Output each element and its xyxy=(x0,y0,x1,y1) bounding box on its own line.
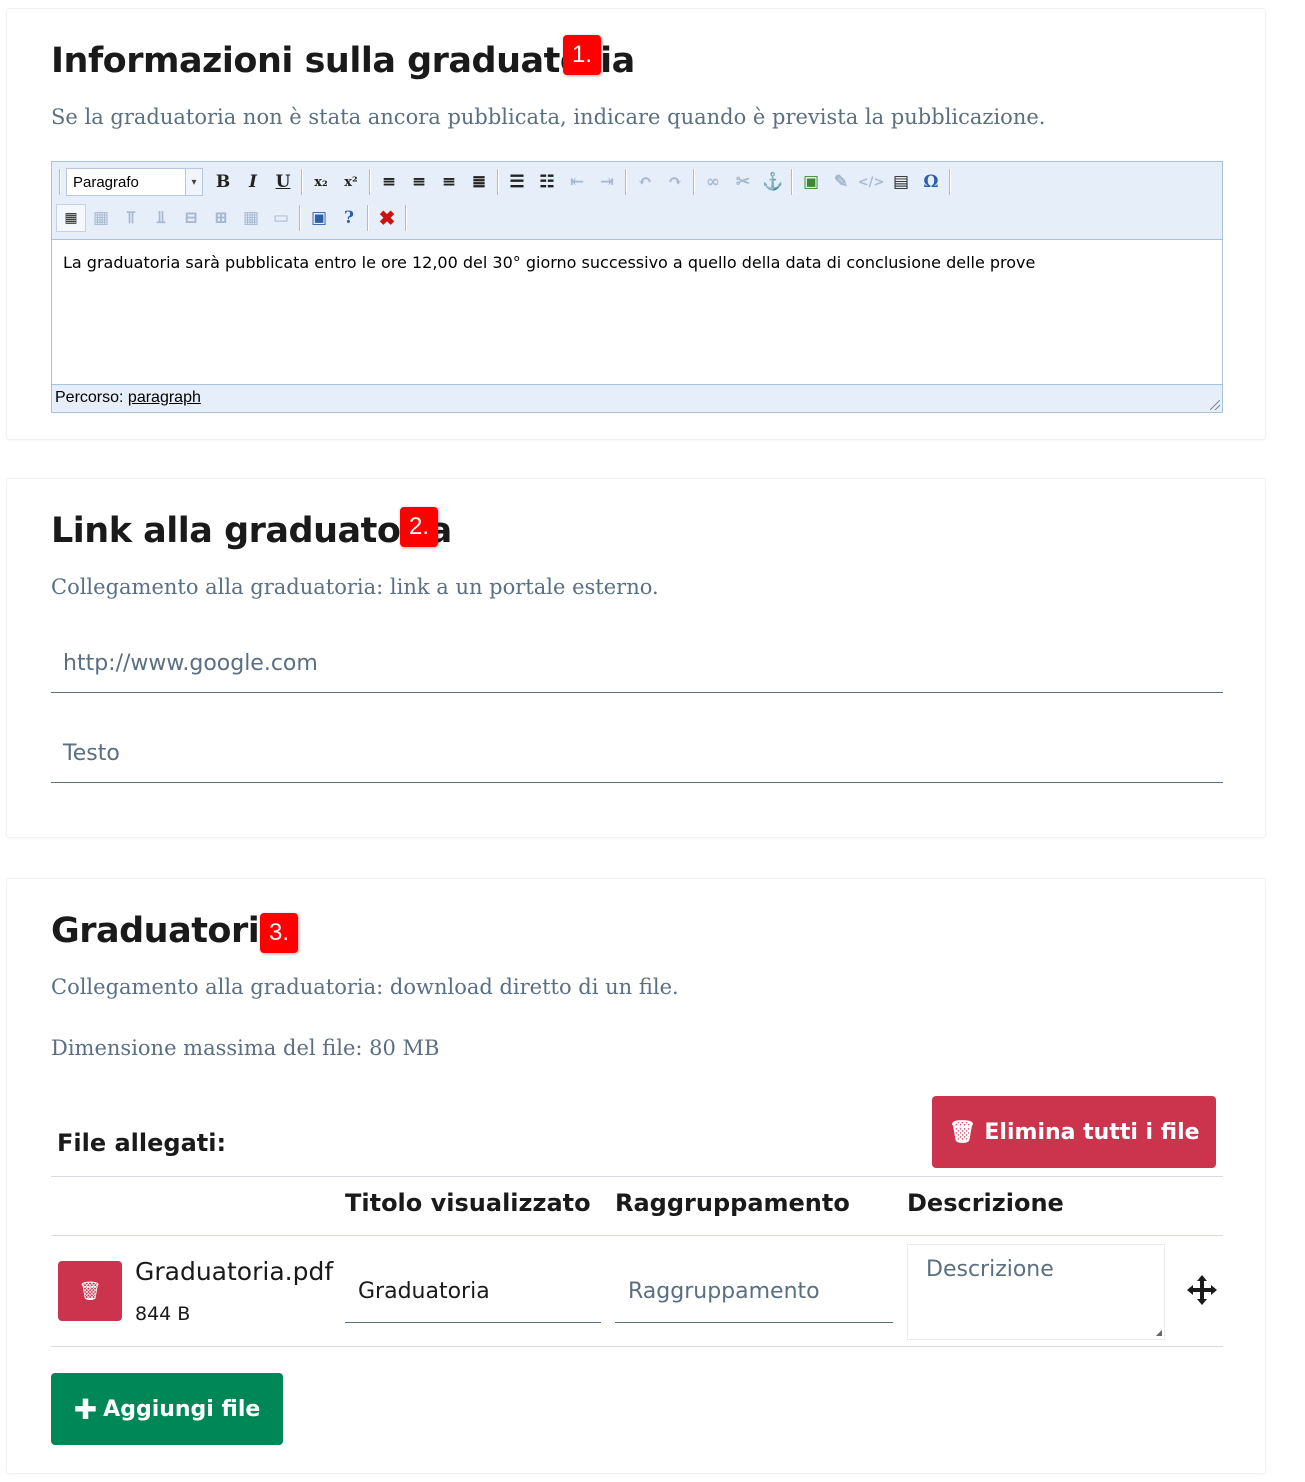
section-file-graduatoria: Graduatoria 3. Collegamento alla graduat… xyxy=(6,878,1266,1474)
editor-toolbar: Paragrafo ▾ B I U x₂ x² ≡ ≡ ≡ ≣ ☰ ☷ ⇤ ⇥ xyxy=(52,162,1222,240)
align-left-icon[interactable]: ≡ xyxy=(374,167,404,197)
align-justify-icon[interactable]: ≣ xyxy=(464,167,494,197)
section-info-graduatoria: Informazioni sulla graduatoria 1. Se la … xyxy=(6,8,1266,440)
url-input[interactable]: http://www.google.com xyxy=(51,635,1223,693)
file-size: 844 B xyxy=(135,1303,191,1325)
merge-cells-icon[interactable]: ⊟ xyxy=(176,203,206,233)
superscript-icon[interactable]: x² xyxy=(336,167,366,197)
section-title: Informazioni sulla graduatoria xyxy=(51,41,635,81)
column-header-title: Titolo visualizzato xyxy=(345,1189,591,1217)
divider xyxy=(51,1176,1223,1177)
trash-icon: 🗑 xyxy=(948,1119,977,1145)
add-file-button[interactable]: ✚ Aggiungi file xyxy=(51,1373,283,1445)
insert-row-icon[interactable]: ⫪ xyxy=(116,203,146,233)
step-badge: 1. xyxy=(563,35,602,75)
subscript-icon[interactable]: x₂ xyxy=(306,167,336,197)
underline-icon[interactable]: U xyxy=(268,167,298,197)
document-icon[interactable]: ▤ xyxy=(886,167,916,197)
delete-file-button[interactable]: 🗑 xyxy=(58,1261,122,1321)
delete-table-icon[interactable]: ▦ xyxy=(86,203,116,233)
file-name: Graduatoria.pdf xyxy=(135,1257,334,1286)
cell-props-icon[interactable]: ▭ xyxy=(266,203,296,233)
step-badge: 2. xyxy=(400,507,439,547)
section-link-graduatoria: Link alla graduatoria 2. Collegamento al… xyxy=(6,478,1266,838)
max-file-size: Dimensione massima del file: 80 MB xyxy=(51,1036,440,1060)
editor-content[interactable]: La graduatoria sarà pubblicata entro le … xyxy=(52,240,1222,384)
bullet-list-icon[interactable]: ☰ xyxy=(502,167,532,197)
image-icon[interactable]: ▣ xyxy=(796,167,826,197)
resize-handle-icon[interactable]: ◢ xyxy=(1156,1328,1162,1337)
split-cells-icon[interactable]: ⊞ xyxy=(206,203,236,233)
section-description: Se la graduatoria non è stata ancora pub… xyxy=(51,105,1046,129)
format-select[interactable]: Paragrafo ▾ xyxy=(66,168,203,196)
attachments-label: File allegati: xyxy=(57,1129,227,1157)
column-header-description: Descrizione xyxy=(907,1189,1064,1217)
delete-all-files-button[interactable]: 🗑 Elimina tutti i file xyxy=(932,1096,1216,1168)
plus-icon: ✚ xyxy=(73,1392,98,1426)
source-icon[interactable]: ▣ xyxy=(304,203,334,233)
step-badge: 3. xyxy=(260,913,299,953)
resize-handle-icon[interactable] xyxy=(1210,400,1220,410)
insert-col-icon[interactable]: ⫫ xyxy=(146,203,176,233)
indent-icon[interactable]: ⇥ xyxy=(592,167,622,197)
numbered-list-icon[interactable]: ☷ xyxy=(532,167,562,197)
rich-text-editor: Paragrafo ▾ B I U x₂ x² ≡ ≡ ≡ ≣ ☰ ☷ ⇤ ⇥ xyxy=(51,161,1223,413)
section-description: Collegamento alla graduatoria: download … xyxy=(51,975,679,999)
description-textarea[interactable]: Descrizione ◢ xyxy=(907,1244,1165,1340)
close-icon[interactable]: ✖ xyxy=(372,203,402,233)
section-title: Graduatoria xyxy=(51,911,283,951)
group-input[interactable]: Raggruppamento xyxy=(615,1261,893,1323)
table-props-icon[interactable]: ▦ xyxy=(236,203,266,233)
move-icon[interactable] xyxy=(1185,1273,1219,1307)
undo-icon[interactable]: ↶ xyxy=(630,167,660,197)
column-header-group: Raggruppamento xyxy=(615,1189,850,1217)
anchor-icon[interactable]: ⚓ xyxy=(758,167,788,197)
trash-icon: 🗑 xyxy=(78,1280,102,1301)
help-icon[interactable]: ? xyxy=(334,203,364,233)
unlink-icon[interactable]: ✂ xyxy=(728,167,758,197)
attachment-icon[interactable]: ✎ xyxy=(826,167,856,197)
align-right-icon[interactable]: ≡ xyxy=(434,167,464,197)
outdent-icon[interactable]: ⇤ xyxy=(562,167,592,197)
redo-icon[interactable]: ↷ xyxy=(660,167,690,197)
code-icon[interactable]: </> xyxy=(856,167,886,197)
editor-statusbar: Percorso: paragraph xyxy=(52,384,1222,412)
divider xyxy=(51,1346,1223,1347)
chevron-down-icon: ▾ xyxy=(185,168,203,196)
section-title: Link alla graduatoria xyxy=(51,511,452,551)
table-icon[interactable]: ▦ xyxy=(56,204,86,232)
path-link[interactable]: paragraph xyxy=(128,389,201,406)
link-icon[interactable]: ∞ xyxy=(698,167,728,197)
divider xyxy=(51,1235,1223,1236)
title-input[interactable]: Graduatoria xyxy=(345,1261,601,1323)
align-center-icon[interactable]: ≡ xyxy=(404,167,434,197)
special-char-icon[interactable]: Ω xyxy=(916,167,946,197)
section-description: Collegamento alla graduatoria: link a un… xyxy=(51,575,659,599)
italic-icon[interactable]: I xyxy=(238,167,268,197)
link-text-input[interactable]: Testo xyxy=(51,725,1223,783)
bold-icon[interactable]: B xyxy=(208,167,238,197)
